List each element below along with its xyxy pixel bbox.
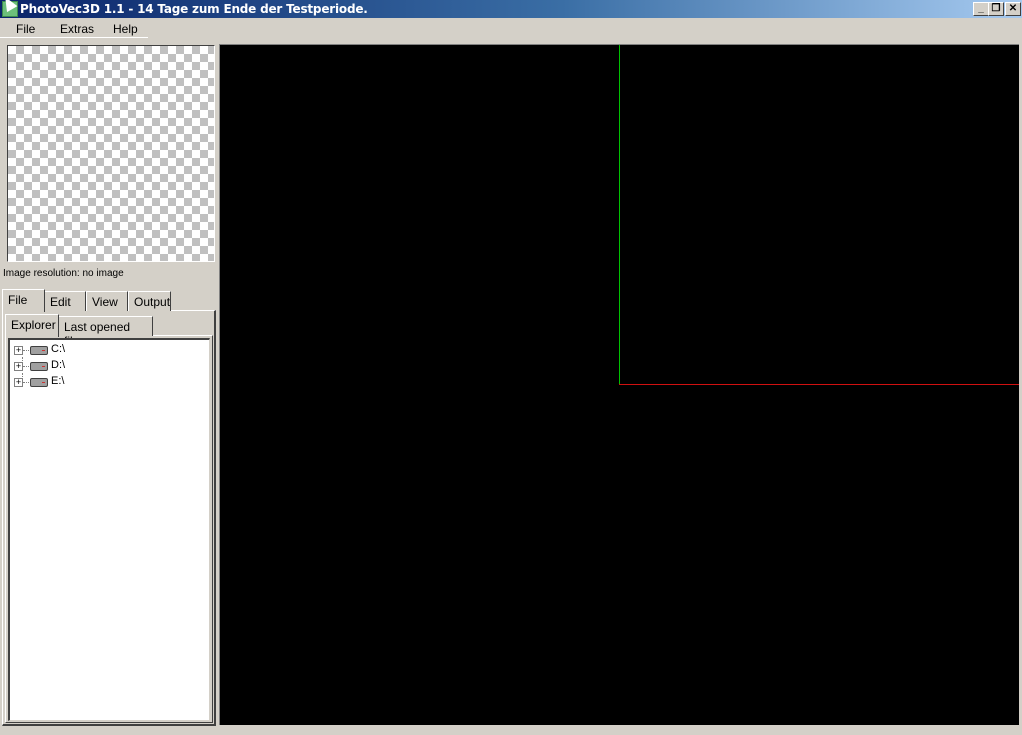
resize-grip[interactable] <box>1009 722 1021 734</box>
tree-connector <box>22 357 23 361</box>
menu-bar: File Extras Help <box>0 18 1022 38</box>
drive-icon <box>30 362 48 371</box>
y-axis-line <box>619 45 620 384</box>
drive-label: D:\ <box>51 359 66 371</box>
tab-edit[interactable]: Edit <box>44 291 86 311</box>
menu-help[interactable]: Help <box>113 22 138 36</box>
tab-file[interactable]: File <box>2 289 45 312</box>
3d-viewport[interactable] <box>219 44 1019 725</box>
tab-last-opened-files[interactable]: Last opened files <box>58 316 153 348</box>
drive-label: C:\ <box>51 343 66 355</box>
expand-icon[interactable]: + <box>14 378 23 387</box>
menu-file[interactable]: File <box>16 22 35 36</box>
x-axis-line <box>619 384 1019 385</box>
image-resolution-label: Image resolution: no image <box>3 268 124 279</box>
tree-connector <box>23 382 29 383</box>
expand-icon[interactable]: + <box>14 346 23 355</box>
tree-connector <box>22 373 23 377</box>
drive-icon <box>30 346 48 355</box>
explorer-tree[interactable]: + C:\ + D:\ + E:\ <box>8 338 210 721</box>
tab-output[interactable]: Output <box>128 291 171 311</box>
tree-connector <box>23 366 29 367</box>
restore-button[interactable]: ❐ <box>988 2 1004 16</box>
tab-explorer[interactable]: Explorer <box>5 314 59 337</box>
image-preview <box>7 45 215 262</box>
menu-extras[interactable]: Extras <box>60 22 94 36</box>
title-bar: PhotoVec3D 1.1 - 14 Tage zum Ende der Te… <box>0 0 1022 18</box>
window-title: PhotoVec3D 1.1 - 14 Tage zum Ende der Te… <box>20 2 368 16</box>
drive-label: E:\ <box>51 375 65 387</box>
drive-icon <box>30 378 48 387</box>
minimize-button[interactable]: _ <box>973 2 989 16</box>
close-button[interactable]: ✕ <box>1005 2 1021 16</box>
expand-icon[interactable]: + <box>14 362 23 371</box>
menu-divider <box>0 37 148 38</box>
tab-view[interactable]: View <box>86 291 128 311</box>
tree-connector <box>23 350 29 351</box>
